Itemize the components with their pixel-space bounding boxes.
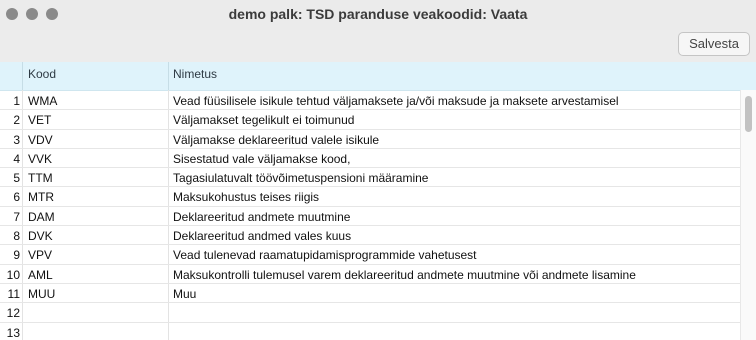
table-row[interactable]: 4 VVK Sisestatud vale väljamakse kood, [0, 149, 740, 169]
save-button[interactable]: Salvesta [678, 32, 750, 56]
table-row[interactable]: 1 WMA Vead füüsilisele isikule tehtud välj… [0, 91, 740, 111]
cell-code[interactable]: VPV [28, 248, 52, 262]
title-bar: demo palk: TSD paranduse veakoodid: Vaat… [0, 0, 756, 30]
scrollbar-thumb[interactable] [745, 96, 752, 132]
cell-name[interactable]: Muu [173, 287, 196, 301]
table-row[interactable]: 2 VET Väljamakset tegelikult ei toimunud [0, 110, 740, 130]
table-row[interactable]: 8 DVK Deklareeritud andmed vales kuus [0, 226, 740, 246]
cell-code[interactable]: MUU [28, 287, 55, 301]
cell-name[interactable]: Maksukontrolli tulemusel varem deklareer… [173, 268, 636, 282]
cell-code[interactable]: AML [28, 268, 53, 282]
row-number: 4 [13, 151, 20, 166]
cell-name[interactable]: Vead füüsilisele isikule tehtud väljamak… [173, 94, 619, 108]
table-row[interactable]: 5 TTM Tagasiulatuvalt töövõimetuspensioni … [0, 168, 740, 188]
cell-code[interactable]: VDV [28, 133, 53, 147]
row-number: 3 [13, 132, 20, 147]
row-number: 1 [13, 94, 20, 108]
cell-name[interactable]: Väljamakse deklareeritud valele isikule [173, 133, 379, 147]
table-row[interactable]: 3 VDV Väljamakse deklareeritud valele isik… [0, 130, 740, 149]
row-number: 11 [7, 286, 20, 301]
row-number: 9 [13, 248, 20, 263]
row-number: 6 [13, 190, 20, 205]
cell-code[interactable]: MTR [28, 190, 54, 204]
table-header: Kood Nimetus [0, 62, 756, 91]
table-row[interactable]: 11 MUU Muu [0, 284, 740, 304]
table-row[interactable]: 6 MTR Maksukohustus teises riigis [0, 187, 740, 207]
row-number: 7 [13, 209, 20, 224]
table-row[interactable]: 7 DAM Deklareeritud andmete muutmine [0, 207, 740, 227]
row-number: 13 [6, 325, 20, 340]
table-row[interactable]: 9 VPV Vead tulenevad raamatupidamisprogram… [0, 245, 740, 265]
table-row[interactable]: 12 [0, 303, 740, 323]
window-title: demo palk: TSD paranduse veakoodid: Vaat… [228, 6, 528, 22]
cell-code[interactable]: WMA [28, 94, 57, 108]
cell-name[interactable]: Maksukohustus teises riigis [173, 190, 319, 204]
row-number: 8 [13, 229, 20, 244]
row-number: 10 [6, 267, 20, 282]
cell-code[interactable]: VVK [28, 152, 52, 166]
column-header-code[interactable]: Kood [28, 67, 56, 81]
cell-code[interactable]: DVK [28, 229, 53, 243]
row-number: 12 [6, 306, 20, 321]
table-body: 1 WMA Vead füüsilisele isikule tehtud välj… [0, 91, 740, 340]
column-divider[interactable] [22, 62, 23, 90]
vertical-scrollbar[interactable] [740, 90, 756, 340]
table-row[interactable]: 13 [0, 323, 740, 340]
cell-code[interactable]: TTM [28, 171, 53, 185]
row-number: 2 [13, 113, 20, 128]
cell-name[interactable]: Väljamakset tegelikult ei toimunud [173, 113, 354, 127]
cell-code[interactable]: VET [28, 113, 51, 127]
cell-code[interactable]: DAM [28, 210, 55, 224]
toolbar: Salvesta [0, 30, 756, 62]
column-divider[interactable] [168, 62, 169, 90]
cell-name[interactable]: Sisestatud vale väljamakse kood, [173, 152, 350, 166]
cell-name[interactable]: Vead tulenevad raamatupidamisprogrammide… [173, 248, 477, 262]
cell-name[interactable]: Tagasiulatuvalt töövõimetuspensioni määr… [173, 171, 428, 185]
column-header-name[interactable]: Nimetus [173, 67, 217, 81]
cell-name[interactable]: Deklareeritud andmete muutmine [173, 210, 350, 224]
table-row[interactable]: 10 AML Maksukontrolli tulemusel varem dekl… [0, 265, 740, 284]
data-grid: Kood Nimetus 1 WMA Vead füüsilisele isikul… [0, 62, 756, 340]
row-number: 5 [13, 171, 20, 186]
cell-name[interactable]: Deklareeritud andmed vales kuus [173, 229, 351, 243]
